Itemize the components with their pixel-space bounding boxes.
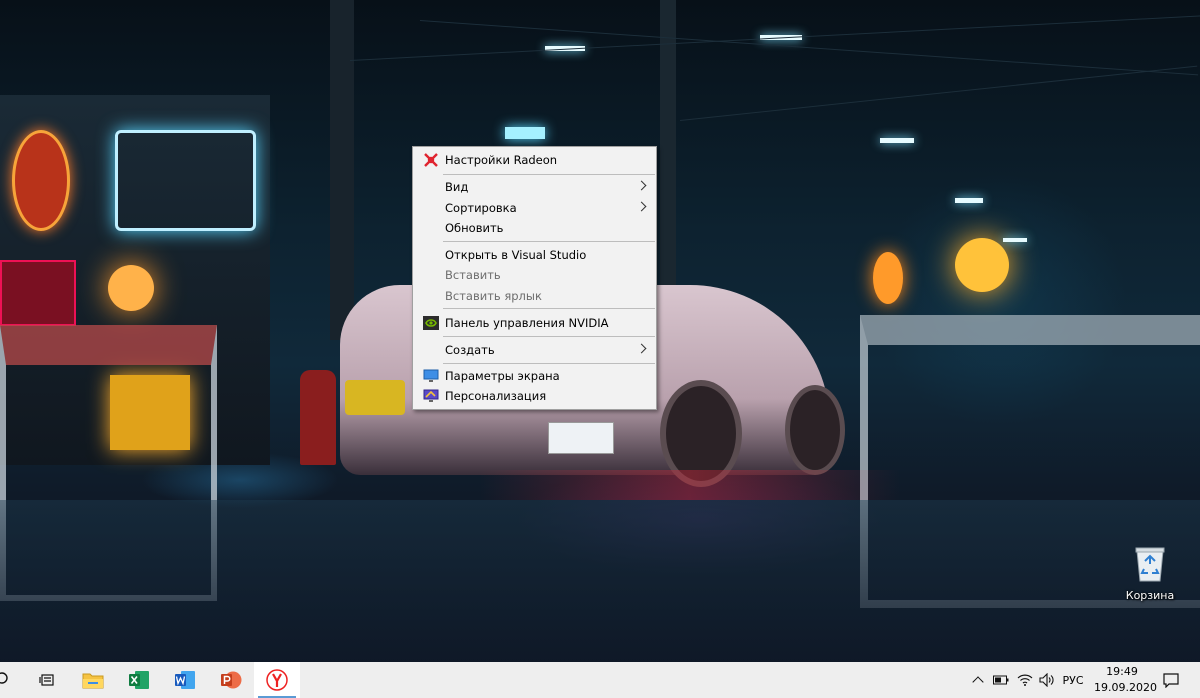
menu-item-label: Сортировка (445, 201, 517, 215)
wallpaper-license-plate (548, 422, 614, 454)
taskbar-app-excel[interactable] (116, 662, 162, 698)
action-center-button[interactable] (1156, 662, 1186, 698)
taskbar: РУС 19:49 19.09.2020 (0, 662, 1200, 698)
task-view-button[interactable] (24, 662, 70, 698)
search-icon (0, 672, 8, 684)
powerpoint-icon (221, 671, 242, 689)
taskbar-app-powerpoint[interactable] (208, 662, 254, 698)
menu-separator (443, 174, 655, 175)
menu-item-label: Вид (445, 180, 469, 194)
menu-item-open-visual-studio[interactable]: Открыть в Visual Studio (414, 245, 655, 265)
tray-network-button[interactable] (1014, 662, 1036, 698)
taskbar-app-file-explorer[interactable] (70, 662, 116, 698)
wallpaper-lamp-right-2 (873, 252, 903, 304)
yandex-browser-icon (266, 669, 288, 691)
menu-item-radeon-settings[interactable]: Настройки Radeon (414, 150, 655, 170)
taskbar-app-yandex-browser[interactable] (254, 662, 300, 698)
menu-item-personalization[interactable]: Персонализация (414, 386, 655, 406)
menu-item-sort[interactable]: Сортировка (414, 198, 655, 218)
wallpaper-street-light-3 (880, 138, 914, 143)
wallpaper-street-light-5 (1003, 238, 1027, 242)
wallpaper-wet-road (0, 500, 1200, 662)
menu-item-nvidia-control-panel[interactable]: Панель управления NVIDIA (414, 313, 655, 333)
menu-item-label: Создать (445, 343, 495, 357)
taskbar-app-word[interactable] (162, 662, 208, 698)
word-icon (175, 671, 195, 689)
submenu-arrow-icon (636, 201, 647, 212)
menu-item-refresh[interactable]: Обновить (414, 218, 655, 238)
menu-item-label: Параметры экрана (445, 369, 560, 383)
wallpaper-car-wheel-right (785, 385, 845, 475)
menu-separator (443, 241, 655, 242)
battery-icon (993, 675, 1009, 685)
recycle-bin-icon (1135, 547, 1165, 582)
menu-item-paste-shortcut: Вставить ярлык (414, 286, 655, 306)
volume-icon (1039, 673, 1054, 687)
wallpaper-pole-center (330, 0, 354, 340)
file-explorer-icon (82, 673, 104, 689)
radeon-icon (423, 152, 439, 168)
tray-overflow-button[interactable] (968, 662, 988, 698)
display-settings-icon (423, 368, 439, 384)
wallpaper-wire-2 (350, 14, 1200, 61)
excel-icon (129, 671, 149, 689)
clock-time: 19:49 (1106, 665, 1138, 678)
wallpaper-hydrant (300, 370, 336, 465)
notification-icon (1163, 673, 1179, 688)
wallpaper-cup-sign (12, 130, 70, 231)
menu-item-view[interactable]: Вид (414, 177, 655, 197)
wallpaper-red-reflection (480, 470, 900, 500)
tray-language-button[interactable]: РУС (1058, 662, 1088, 698)
menu-item-label: Вставить (445, 268, 501, 282)
wallpaper-wire-3 (680, 65, 1198, 121)
wallpaper-wire-1 (419, 20, 1199, 76)
language-indicator: РУС (1062, 673, 1084, 687)
search-button[interactable] (0, 662, 23, 698)
submenu-arrow-icon (636, 180, 647, 191)
wallpaper-street-light-6 (505, 127, 545, 139)
tray-clock[interactable]: 19:49 19.09.2020 (1094, 664, 1157, 696)
wallpaper-street-light-4 (955, 198, 983, 203)
menu-separator (443, 363, 655, 364)
menu-separator (443, 308, 655, 309)
wallpaper-car-yellow-grille (345, 380, 405, 415)
wallpaper-lamp-right (955, 238, 1009, 292)
task-view-icon (39, 674, 54, 686)
menu-item-label: Открыть в Visual Studio (445, 248, 587, 262)
desktop-context-menu: Настройки Radeon Вид Сортировка Обновить… (412, 146, 657, 410)
nvidia-icon (423, 315, 439, 331)
menu-item-label: Настройки Radeon (445, 153, 558, 167)
wallpaper-lamp-left (108, 265, 154, 311)
wallpaper-hot-chocolate-sign (0, 260, 76, 326)
recycle-bin-label: Корзина (1125, 589, 1175, 602)
tray-volume-button[interactable] (1036, 662, 1058, 698)
wallpaper-coffee-sign (115, 130, 256, 231)
clock-date: 19.09.2020 (1094, 681, 1157, 694)
wifi-icon (1017, 674, 1033, 686)
recycle-bin-desktop-icon[interactable]: Корзина (1124, 545, 1176, 607)
menu-item-new[interactable]: Создать (414, 340, 655, 360)
menu-item-label: Обновить (445, 221, 504, 235)
menu-item-paste: Вставить (414, 265, 655, 285)
menu-item-label: Панель управления NVIDIA (445, 316, 609, 330)
menu-item-label: Вставить ярлык (445, 289, 542, 303)
personalization-icon (423, 388, 439, 404)
chevron-up-icon (972, 676, 984, 688)
menu-item-display-settings[interactable]: Параметры экрана (414, 366, 655, 386)
menu-separator (443, 336, 655, 337)
submenu-arrow-icon (636, 343, 647, 354)
tray-battery-button[interactable] (990, 662, 1012, 698)
menu-item-label: Персонализация (445, 389, 547, 403)
